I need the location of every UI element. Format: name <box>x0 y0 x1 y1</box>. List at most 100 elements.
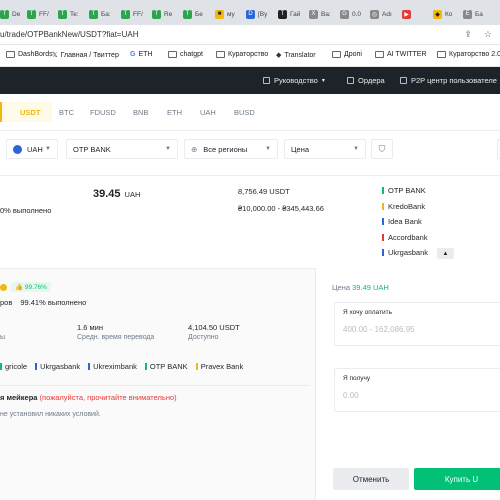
payment-color-marker <box>144 363 147 370</box>
globe-icon: ⊕ <box>191 144 198 154</box>
payment-method-name: OTP BANK <box>149 362 188 371</box>
tab-favicon-icon: T <box>183 9 192 19</box>
coin-tabs: USDT BTC FDUSD BNB ETH UAH BUSD <box>0 94 500 130</box>
payment-method-tag: Ukrgasbank <box>382 248 428 257</box>
coin-tab[interactable]: BTC <box>59 108 74 117</box>
payment-method-name: KredoBank <box>388 201 426 211</box>
bookmark-item[interactable]: AI TWITTER <box>375 51 427 58</box>
payment-color-marker <box>35 363 38 370</box>
payment-select[interactable]: OTP BANK ▼ <box>66 139 178 159</box>
cancel-button[interactable]: Отменить <box>333 468 409 490</box>
payment-method-tag: OTP BANK <box>144 362 188 371</box>
guide-link[interactable]: Руководство ▾ <box>263 76 325 85</box>
bookmarks-bar: DashBords 𝕏 Главная / Твиттер G ETH chatgpt Ку… <box>0 45 500 67</box>
chevron-down-icon: ▼ <box>45 146 51 152</box>
coin-tab[interactable]: BNB <box>133 108 148 117</box>
advertiser-stats: ров 99.41% выполнено <box>0 298 86 307</box>
browser-tab-label: FF/ <box>39 10 49 18</box>
coin-tab[interactable]: ETH <box>167 108 182 117</box>
pay-amount-placeholder[interactable]: 400.00 - 162,086.95 <box>343 325 415 334</box>
browser-tab[interactable]: E Ба <box>463 6 483 22</box>
chevron-down-icon: ▼ <box>265 146 271 152</box>
address-bar[interactable]: u/trade/OTPBankNew/USDT?fiat=UAH ⇪ ☆ <box>0 25 500 45</box>
browser-tab[interactable]: T De <box>0 6 20 22</box>
payment-color-marker <box>195 363 198 370</box>
tab-favicon-icon: E <box>463 9 472 19</box>
browser-tab-label: му <box>227 10 235 18</box>
region-select[interactable]: ⊕ Все регионы ▼ <box>184 139 278 159</box>
p2p-center-link[interactable]: P2P центр пользователе <box>400 76 497 85</box>
bookmark-label: Главная / Твиттер <box>60 51 119 59</box>
document-icon <box>263 77 270 84</box>
funnel-icon: ⛉ <box>378 143 386 154</box>
payment-color-marker <box>382 233 384 241</box>
buy-button[interactable]: Купить U <box>414 468 500 490</box>
bookmark-item[interactable]: ◆ Translator <box>276 51 316 60</box>
browser-tab[interactable]: T Бе <box>183 6 203 22</box>
tab-favicon-icon: G <box>340 9 349 19</box>
browser-tab-label: Te: <box>70 10 79 18</box>
url-text[interactable]: u/trade/OTPBankNew/USDT?fiat=UAH <box>0 30 139 39</box>
sort-select-value: Цена <box>291 144 310 154</box>
browser-tab-label: [Ву <box>258 10 268 18</box>
fiat-select[interactable]: UAH ▼ <box>6 139 58 159</box>
browser-tab[interactable]: T FF/ <box>121 6 143 22</box>
payment-color-marker <box>0 363 2 370</box>
bookmark-item[interactable]: 𝕏 Главная / Твиттер <box>52 51 119 60</box>
coin-tab[interactable]: BUSD <box>234 108 255 117</box>
payment-method-name: Pravex Bank <box>200 362 244 371</box>
pay-amount-label: Я хочу оплатить <box>343 309 392 316</box>
tab-favicon-icon: D <box>246 9 255 19</box>
receive-amount-placeholder[interactable]: 0.00 <box>343 391 359 400</box>
bookmark-star-icon[interactable]: ☆ <box>484 29 492 40</box>
browser-tab[interactable]: ◎ Adı <box>370 6 392 22</box>
browser-tab[interactable]: T Ба: <box>89 6 111 22</box>
payment-color-marker <box>382 187 384 194</box>
order-panel: Цена 39.49 UAH Я хочу оплатить 400.00 - … <box>315 268 500 500</box>
payment-color-marker <box>382 218 384 225</box>
tab-favicon-icon: T <box>121 9 130 19</box>
browser-tab[interactable]: T FF/ <box>27 6 49 22</box>
coin-tab[interactable]: FDUSD <box>90 108 116 117</box>
payment-color-marker <box>88 363 91 370</box>
bookmark-item[interactable]: Дропі <box>332 51 362 58</box>
bookmark-label: Translator <box>284 51 316 59</box>
browser-tab[interactable]: T Re <box>152 6 172 22</box>
browser-tab[interactable]: X Ва: <box>309 6 331 22</box>
browser-tab[interactable]: T Te: <box>58 6 79 22</box>
tab-favicon-icon: ■ <box>215 9 224 19</box>
browser-tab[interactable]: ▶ <box>402 6 414 22</box>
chevron-down-icon: ▼ <box>353 146 359 152</box>
bookmark-item[interactable]: G ETH <box>130 51 152 58</box>
coin-tab[interactable]: UAH <box>200 108 216 117</box>
share-icon[interactable]: ⇪ <box>464 29 472 40</box>
chevron-up-icon: ▲ <box>442 250 449 257</box>
browser-tab-label: Бе <box>195 10 203 18</box>
user-center-icon <box>400 77 407 84</box>
collapse-button[interactable]: ▲ <box>437 248 454 259</box>
orders-link[interactable]: Ордера <box>347 76 385 85</box>
browser-tab[interactable]: ■ му <box>215 6 235 22</box>
browser-tab-label: Adı <box>382 10 392 18</box>
bookmark-item[interactable]: chatgpt <box>168 51 203 58</box>
sort-select[interactable]: Цена ▼ <box>284 139 366 159</box>
browser-tab[interactable]: ◆ Ко <box>433 6 452 22</box>
browser-tab[interactable]: G 0.0 <box>340 6 361 22</box>
bookmark-item[interactable]: DashBords <box>6 51 53 58</box>
browser-tab[interactable]: T Гай <box>278 6 300 22</box>
terms-title: я мейкера <box>0 393 38 402</box>
pay-amount-field[interactable]: Я хочу оплатить 400.00 - 162,086.95 <box>334 302 500 346</box>
browser-tab[interactable]: D [Ву <box>246 6 267 22</box>
bookmark-label: Кураторство <box>228 51 269 58</box>
coin-tab[interactable]: USDT <box>20 108 40 117</box>
receive-amount-field[interactable]: Я получу 0.00 <box>334 368 500 412</box>
bookmark-label: Дропі <box>344 51 362 58</box>
bookmark-item[interactable]: Кураторство 2.0 <box>437 51 500 58</box>
tab-favicon-icon: T <box>278 9 287 19</box>
bookmark-item[interactable]: Кураторство <box>216 51 268 58</box>
filter-button[interactable]: ⛉ <box>371 139 393 159</box>
folder-icon <box>332 51 341 58</box>
chevron-down-icon: ▼ <box>165 146 171 152</box>
detail-available: 4,104.50 USDT <box>188 323 240 332</box>
folder-icon <box>437 51 446 58</box>
